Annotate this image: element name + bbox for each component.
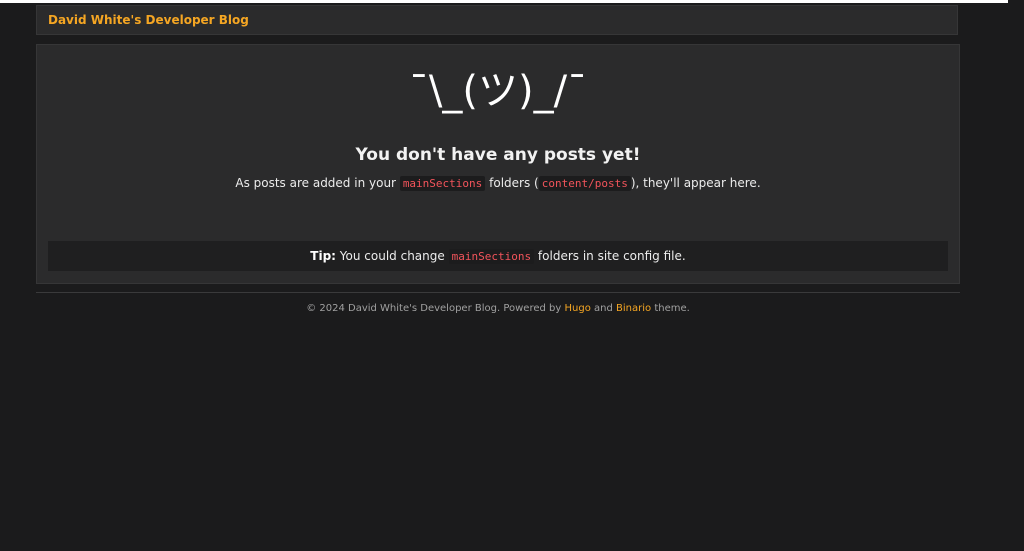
site-title-link[interactable]: David White's Developer Blog — [48, 13, 249, 27]
footer-and: and — [594, 303, 613, 314]
top-strip — [0, 0, 1008, 3]
empty-state-description: As posts are added in your mainSections … — [37, 176, 959, 191]
tip-text-suffix: folders in site config file. — [537, 249, 686, 263]
empty-state-title: You don't have any posts yet! — [355, 145, 641, 165]
hugo-link[interactable]: Hugo — [564, 303, 590, 314]
tip-main-sections-code: mainSections — [448, 249, 535, 264]
desc-prefix: As posts are added in your — [235, 176, 396, 190]
desc-middle: folders ( — [489, 176, 539, 190]
desc-suffix: ), they'll appear here. — [630, 176, 761, 190]
binario-link[interactable]: Binario — [616, 303, 651, 314]
footer-theme: theme. — [654, 303, 690, 314]
tip-label: Tip: — [310, 249, 336, 263]
footer-copyright: © 2024 David White's Developer Blog. Pow… — [306, 303, 562, 314]
site-footer: © 2024 David White's Developer Blog. Pow… — [36, 303, 960, 314]
tip-text-prefix: You could change — [339, 249, 445, 263]
tip-box: Tip: You could change mainSections folde… — [48, 241, 948, 271]
main-sections-code: mainSections — [399, 176, 486, 191]
site-header: David White's Developer Blog — [36, 5, 958, 35]
empty-posts-card: ¯\_(ツ)_/¯ You don't have any posts yet! … — [36, 44, 960, 284]
footer-divider — [36, 292, 960, 293]
shrug-emoticon: ¯\_(ツ)_/¯ — [408, 68, 588, 114]
content-posts-code: content/posts — [538, 176, 631, 191]
